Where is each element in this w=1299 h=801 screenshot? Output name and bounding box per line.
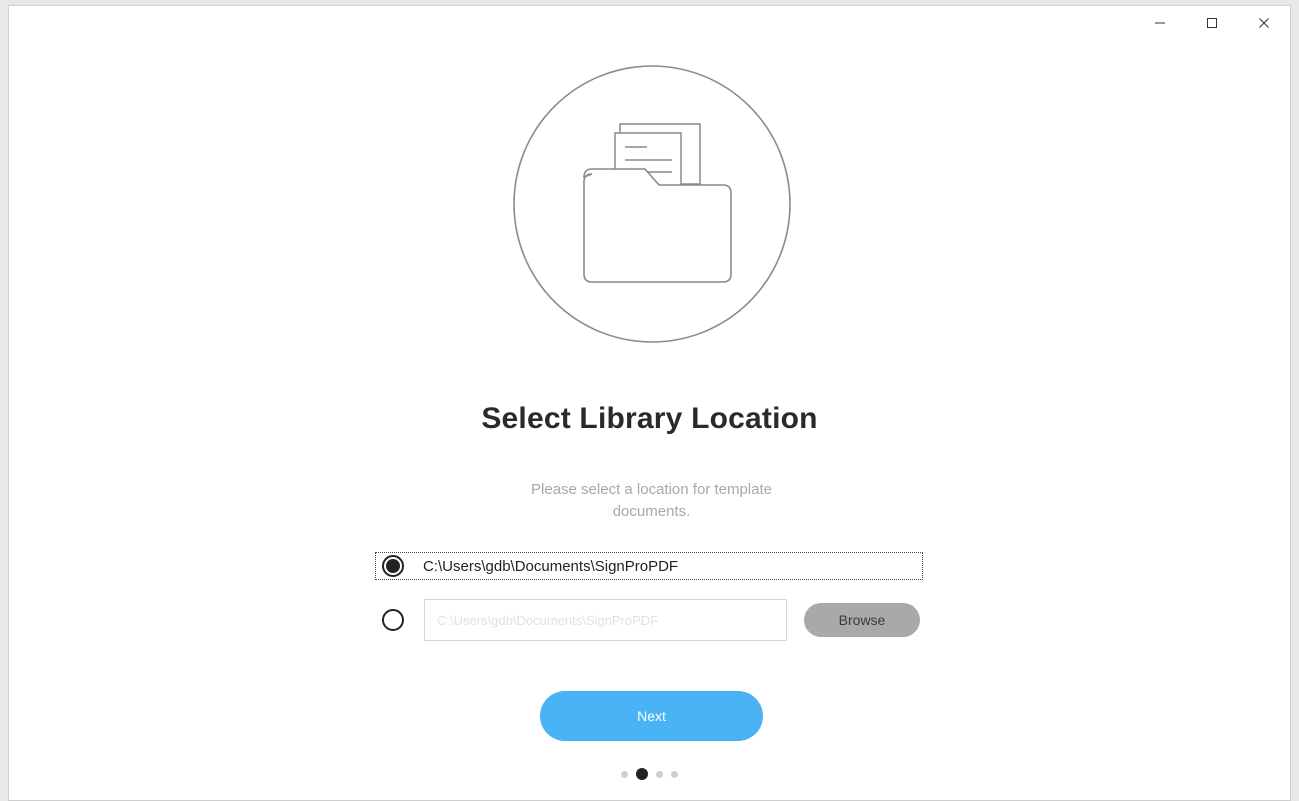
custom-location-option: Browse <box>375 599 923 641</box>
next-button[interactable]: Next <box>540 691 763 741</box>
step-dot-3[interactable] <box>656 770 663 778</box>
custom-location-input[interactable] <box>424 599 787 641</box>
window-controls <box>1134 6 1290 40</box>
close-button[interactable] <box>1238 6 1290 40</box>
default-location-label: C:\Users\gdb\Documents\SignProPDF <box>423 557 679 575</box>
app-window: Select Library Location Please select a … <box>8 5 1291 801</box>
custom-location-radio[interactable] <box>382 609 404 631</box>
step-dot-4[interactable] <box>671 770 678 778</box>
maximize-button[interactable] <box>1186 6 1238 40</box>
default-location-option[interactable]: C:\Users\gdb\Documents\SignProPDF <box>375 552 923 580</box>
step-indicator <box>9 768 1290 780</box>
close-icon <box>1259 18 1269 28</box>
page-subtitle: Please select a location for template do… <box>531 481 772 520</box>
minimize-icon <box>1155 22 1165 24</box>
default-location-radio[interactable] <box>382 555 404 577</box>
radio-selected-dot <box>386 559 400 573</box>
maximize-icon <box>1207 18 1217 28</box>
minimize-button[interactable] <box>1134 6 1186 40</box>
browse-button[interactable]: Browse <box>804 603 920 637</box>
step-dot-1[interactable] <box>621 770 628 778</box>
page-title: Select Library Location <box>481 402 818 435</box>
step-dot-2[interactable] <box>636 768 648 780</box>
folder-document-icon <box>513 65 791 343</box>
